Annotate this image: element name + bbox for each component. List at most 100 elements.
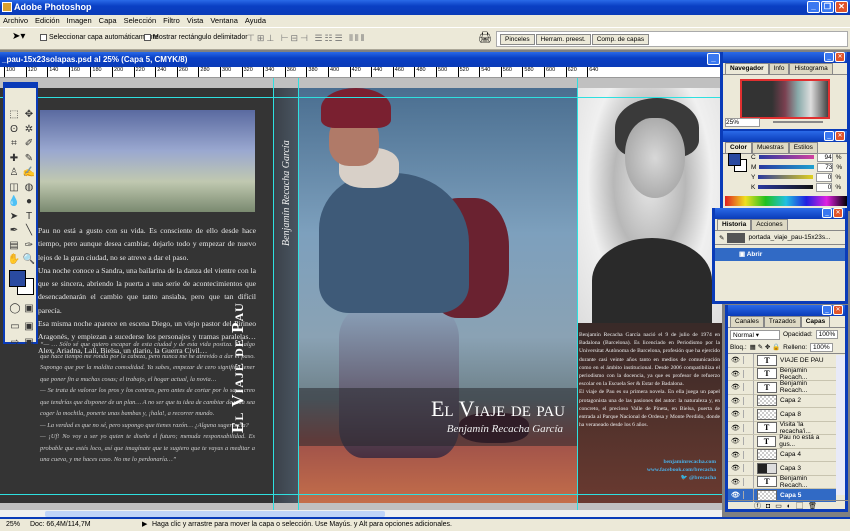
channel-slider[interactable] bbox=[758, 175, 814, 179]
visibility-eye-icon[interactable]: 👁 bbox=[728, 477, 744, 486]
layer-link-cell[interactable] bbox=[744, 434, 754, 448]
channel-slider[interactable] bbox=[758, 155, 814, 159]
tab-historia[interactable]: Historia bbox=[717, 219, 752, 230]
quickmask-off-icon[interactable]: ◯ bbox=[8, 302, 22, 315]
guide-horizontal[interactable] bbox=[0, 97, 722, 98]
screen-mode-icon[interactable]: ▭ bbox=[8, 320, 22, 333]
tab-capas[interactable]: Capas bbox=[800, 316, 831, 327]
layer-row[interactable]: 👁 Capa 4 bbox=[728, 448, 836, 462]
menu-3[interactable]: Capa bbox=[99, 15, 117, 27]
screen-mode-alt-icon[interactable]: ▣ bbox=[22, 320, 36, 333]
palette-well-icon[interactable]: 🖨 bbox=[478, 31, 492, 44]
visibility-eye-icon[interactable]: 👁 bbox=[728, 437, 744, 446]
status-zoom[interactable]: 25% bbox=[6, 519, 20, 531]
blend-mode-select[interactable]: Normal ▾ bbox=[730, 329, 780, 340]
panel-minimize-button[interactable]: _ bbox=[824, 52, 834, 62]
tab-acciones[interactable]: Acciones bbox=[751, 219, 788, 230]
visibility-eye-icon[interactable]: 👁 bbox=[728, 383, 744, 392]
layer-link-cell[interactable] bbox=[744, 367, 754, 381]
navigator-preview[interactable] bbox=[740, 79, 830, 119]
eraser-tool-icon[interactable]: ◫ bbox=[7, 181, 21, 194]
layer-row[interactable]: 👁 T Pau no está a gus... bbox=[728, 434, 836, 449]
visibility-eye-icon[interactable]: 👁 bbox=[728, 369, 744, 378]
layer-row[interactable]: 👁 T Benjamin Recach... bbox=[728, 380, 836, 395]
visibility-eye-icon[interactable]: 👁 bbox=[728, 464, 744, 473]
panel-minimize-button[interactable]: _ bbox=[824, 131, 834, 141]
tab-histograma[interactable]: Histograma bbox=[789, 63, 833, 74]
healing-tool-icon[interactable]: ✚ bbox=[7, 152, 21, 165]
visibility-eye-icon[interactable]: 👁 bbox=[728, 396, 744, 405]
tab-color[interactable]: Color bbox=[725, 142, 752, 153]
restore-button[interactable]: ❐ bbox=[821, 1, 834, 13]
status-arrow-icon[interactable]: ▶ bbox=[142, 519, 147, 531]
history-brush-tool-icon[interactable]: ✍ bbox=[22, 166, 36, 179]
guide-horizontal[interactable] bbox=[0, 494, 722, 495]
palette-well-tab[interactable]: Herram. preest. bbox=[535, 34, 591, 45]
auto-select-checkbox[interactable]: Seleccionar capa automáticamente bbox=[40, 34, 158, 41]
layer-link-cell[interactable] bbox=[744, 461, 754, 475]
move-tool-preset-icon[interactable]: ➤▾ bbox=[12, 31, 25, 42]
show-bounds-checkbox[interactable]: Mostrar rectángulo delimitador bbox=[144, 34, 248, 41]
opacity-field[interactable]: 100% bbox=[815, 330, 839, 339]
menu-1[interactable]: Edición bbox=[35, 15, 60, 27]
menu-2[interactable]: Imagen bbox=[67, 15, 92, 27]
pen-tool-icon[interactable]: ✒ bbox=[7, 224, 21, 237]
blur-tool-icon[interactable]: 💧 bbox=[7, 195, 21, 208]
doc-minimize-button[interactable]: _ bbox=[707, 53, 720, 65]
guide-vertical[interactable] bbox=[577, 78, 578, 510]
panel-close-button[interactable]: ✕ bbox=[833, 208, 843, 218]
panel-minimize-button[interactable]: _ bbox=[822, 208, 832, 218]
guide-vertical[interactable] bbox=[273, 78, 274, 510]
minimize-button[interactable]: _ bbox=[807, 1, 820, 13]
layer-link-cell[interactable] bbox=[744, 407, 754, 421]
notes-tool-icon[interactable]: ▤ bbox=[7, 239, 21, 252]
layer-row[interactable]: 👁 T Visita 'la recacha'i... bbox=[728, 421, 836, 435]
visibility-eye-icon[interactable]: 👁 bbox=[728, 410, 744, 419]
tab-canales[interactable]: Canales bbox=[730, 316, 764, 327]
panel-minimize-button[interactable]: _ bbox=[822, 305, 832, 315]
hand-tool-icon[interactable]: ✋ bbox=[7, 253, 21, 266]
visibility-eye-icon[interactable]: 👁 bbox=[728, 491, 744, 500]
channel-value[interactable]: 73 bbox=[817, 162, 834, 172]
color-ramp[interactable] bbox=[725, 196, 847, 206]
brush-tool-icon[interactable]: ✎ bbox=[22, 152, 36, 165]
slice-tool-icon[interactable]: ✐ bbox=[22, 137, 36, 150]
channel-value[interactable]: 0 bbox=[816, 182, 833, 192]
navigator-zoom-slider[interactable] bbox=[773, 121, 823, 123]
layer-link-cell[interactable] bbox=[744, 354, 754, 367]
layer-link-cell[interactable] bbox=[744, 448, 754, 462]
foreground-color-swatch[interactable] bbox=[9, 270, 26, 287]
tab-navegador[interactable]: Navegador bbox=[725, 63, 769, 74]
stamp-tool-icon[interactable]: ♙ bbox=[7, 166, 21, 179]
menu-5[interactable]: Filtro bbox=[163, 15, 180, 27]
canvas[interactable]: Pau no está a gusto con su vida. Es cons… bbox=[0, 78, 722, 510]
magic-wand-tool-icon[interactable]: ✲ bbox=[22, 123, 36, 136]
palette-well-tab[interactable]: Comp. de capas bbox=[591, 34, 650, 45]
channel-slider[interactable] bbox=[759, 165, 815, 169]
panel-close-button[interactable]: ✕ bbox=[835, 52, 845, 62]
jump-to-imageready-alt-icon[interactable]: ▣ bbox=[22, 336, 36, 349]
dodge-tool-icon[interactable]: ● bbox=[22, 195, 36, 208]
jump-to-imageready-icon[interactable]: ⇨ bbox=[8, 336, 22, 349]
visibility-eye-icon[interactable]: 👁 bbox=[728, 423, 744, 432]
history-snapshot[interactable]: ✎ portada_viaje_pau-15x23s... bbox=[715, 231, 845, 245]
palette-well-tab[interactable]: Pinceles bbox=[500, 34, 535, 45]
history-state-abrir[interactable]: ▣ Abrir bbox=[715, 248, 845, 261]
tab-trazados[interactable]: Trazados bbox=[763, 316, 801, 327]
channel-slider[interactable] bbox=[758, 185, 814, 189]
type-tool-icon[interactable]: T bbox=[22, 210, 36, 223]
layer-row[interactable]: 👁 Capa 2 bbox=[728, 394, 836, 408]
panel-close-button[interactable]: ✕ bbox=[833, 305, 843, 315]
layer-row[interactable]: 👁 Capa 3 bbox=[728, 461, 836, 476]
layers-scrollbar[interactable] bbox=[836, 355, 845, 495]
lock-icons[interactable]: ▦ ✎ ✥ 🔒 bbox=[750, 343, 781, 351]
marquee-tool-icon[interactable]: ⬚ bbox=[7, 108, 21, 121]
menu-6[interactable]: Vista bbox=[187, 15, 204, 27]
layer-row[interactable]: 👁 T Benjamin Recach... bbox=[728, 367, 836, 381]
foreground-color-swatch[interactable] bbox=[728, 153, 741, 166]
bucket-tool-icon[interactable]: ◍ bbox=[22, 181, 36, 194]
layer-row[interactable]: 👁 T VIAJE DE PAU bbox=[728, 354, 836, 368]
menu-0[interactable]: Archivo bbox=[3, 15, 28, 27]
menu-4[interactable]: Selección bbox=[124, 15, 157, 27]
layer-link-cell[interactable] bbox=[744, 421, 754, 435]
